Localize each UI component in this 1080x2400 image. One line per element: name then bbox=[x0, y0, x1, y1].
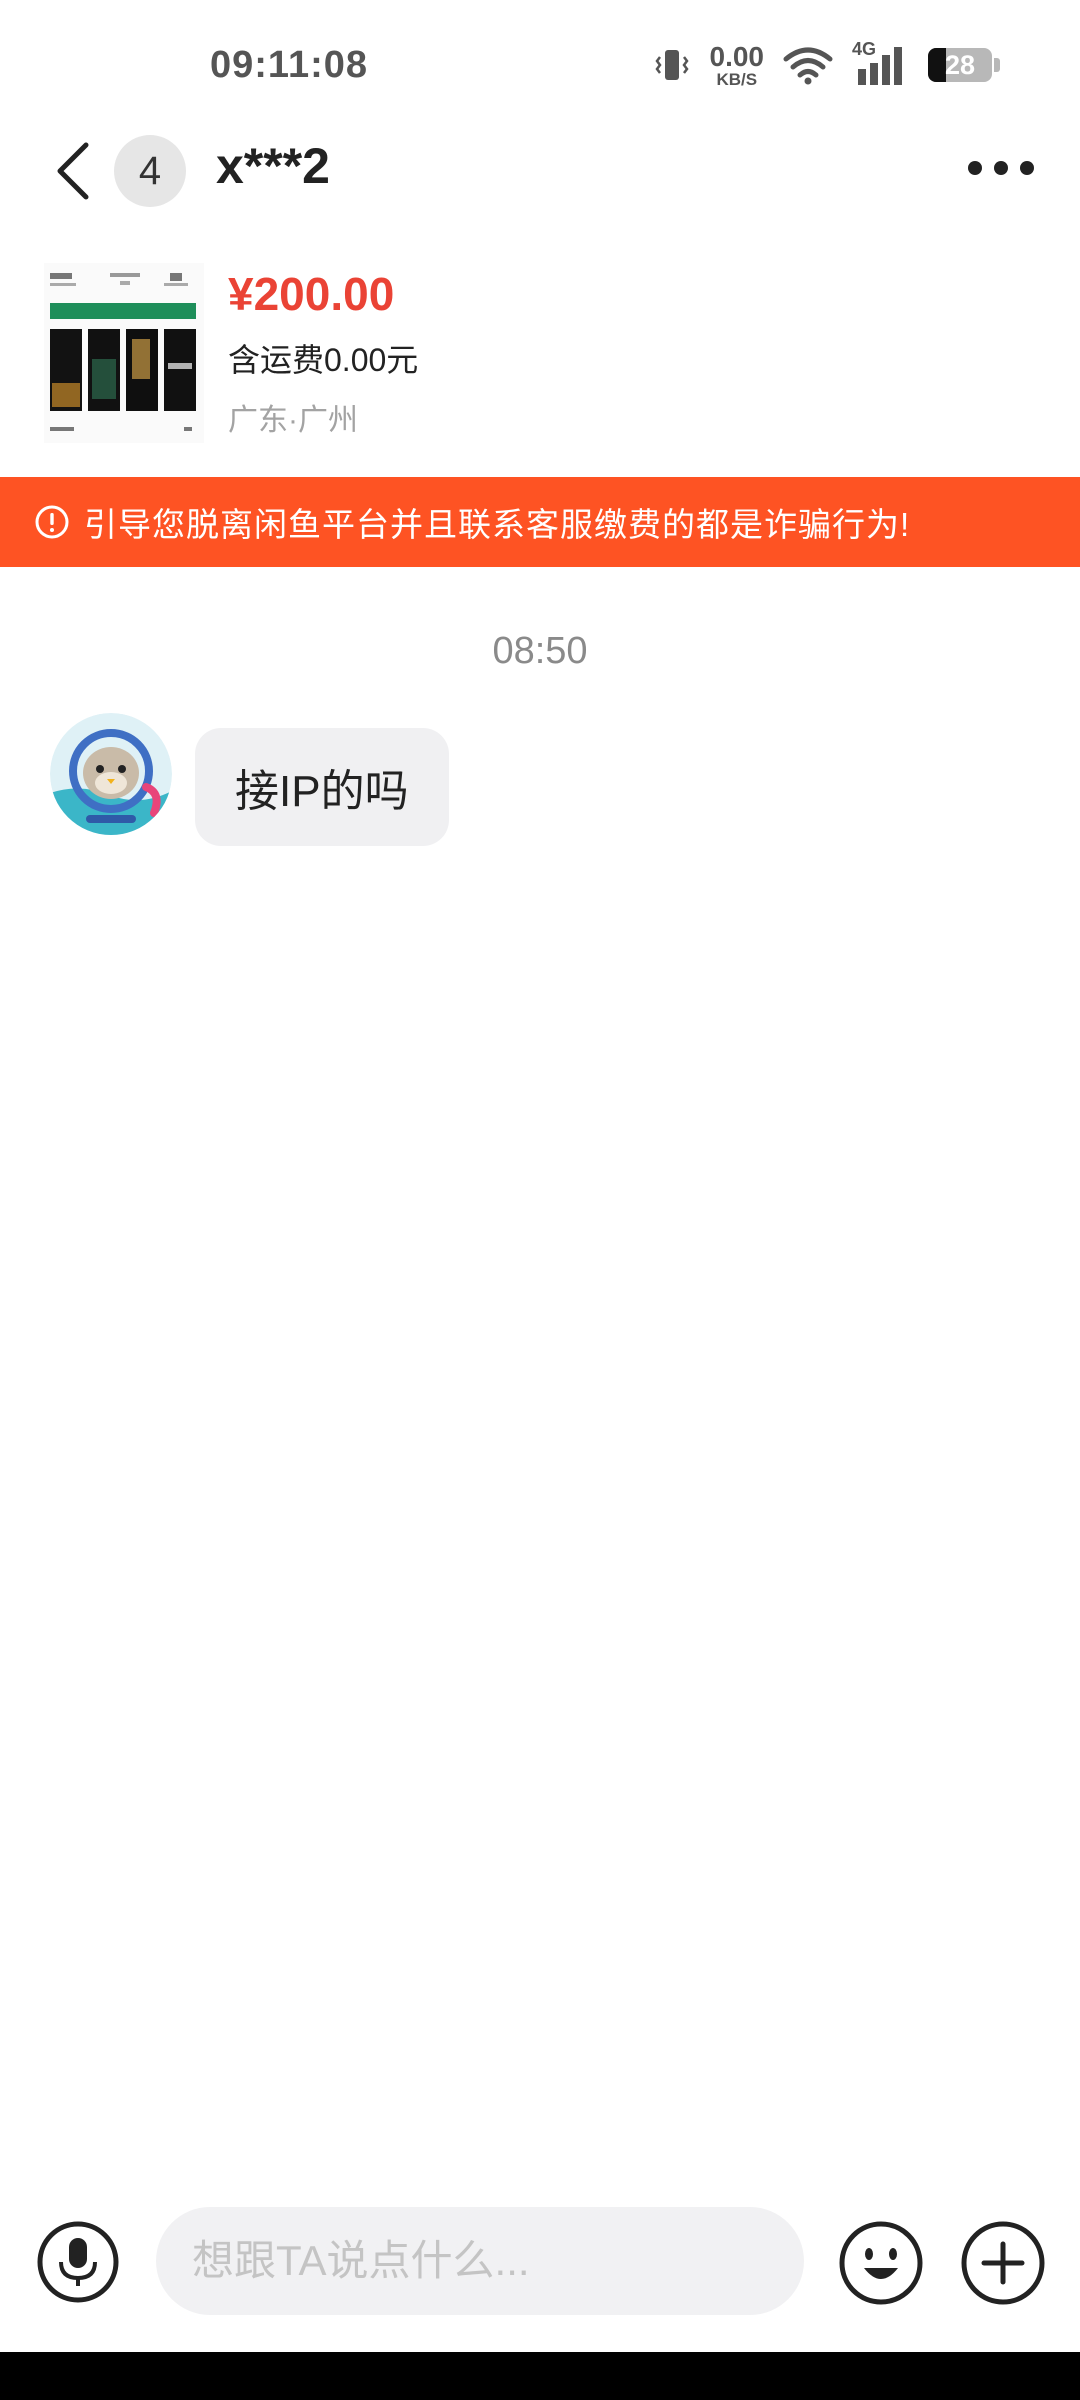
message-timestamp: 08:50 bbox=[492, 630, 588, 672]
status-icons: 0.00 KB/S 4G 28 bbox=[652, 39, 1000, 90]
chat-title: x***2 bbox=[216, 138, 330, 194]
more-icon[interactable] bbox=[968, 155, 1034, 181]
emoji-icon[interactable] bbox=[838, 2220, 924, 2306]
warning-text: 引导您脱离闲鱼平台并且联系客服缴费的都是诈骗行为! bbox=[84, 506, 911, 543]
product-location: 广东·广州 bbox=[228, 404, 358, 437]
back-arrow-icon[interactable] bbox=[50, 139, 94, 203]
vibrate-icon bbox=[654, 50, 689, 80]
message-input[interactable] bbox=[156, 2207, 804, 2315]
fraud-warning-banner: 引导您脱离闲鱼平台并且联系客服缴费的都是诈骗行为! bbox=[0, 477, 1080, 567]
status-time: 09:11:08 bbox=[210, 44, 369, 86]
plus-icon[interactable] bbox=[960, 2220, 1046, 2306]
net-speed: 0.00 KB/S bbox=[709, 40, 765, 89]
wifi-icon bbox=[783, 47, 833, 85]
shipping-fee: 含运费0.00元 bbox=[228, 342, 419, 378]
net-speed-value: 0.00 bbox=[709, 40, 765, 72]
unread-count-badge: 4 bbox=[114, 135, 186, 207]
input-bar bbox=[0, 2180, 1080, 2330]
signal-icon: 4G bbox=[852, 39, 910, 87]
microphone-icon[interactable] bbox=[36, 2220, 120, 2304]
warning-icon bbox=[35, 505, 69, 539]
product-price: ¥200.00 bbox=[228, 268, 395, 320]
chat-header: 4 x***2 bbox=[0, 125, 1080, 215]
status-bar: 09:11:08 0.00 KB/S 4G 28 bbox=[0, 0, 1080, 130]
avatar[interactable] bbox=[50, 713, 172, 835]
battery-icon: 28 bbox=[928, 48, 1000, 82]
message-text: 接IP的吗 bbox=[235, 767, 409, 816]
system-navigation-bar bbox=[0, 2352, 1080, 2400]
message-bubble[interactable]: 接IP的吗 bbox=[195, 728, 449, 846]
product-card[interactable]: ¥200.00 含运费0.00元 广东·广州 bbox=[0, 255, 1080, 455]
net-speed-unit: KB/S bbox=[716, 69, 758, 89]
battery-level: 28 bbox=[944, 50, 976, 80]
product-thumbnail[interactable] bbox=[44, 263, 204, 443]
